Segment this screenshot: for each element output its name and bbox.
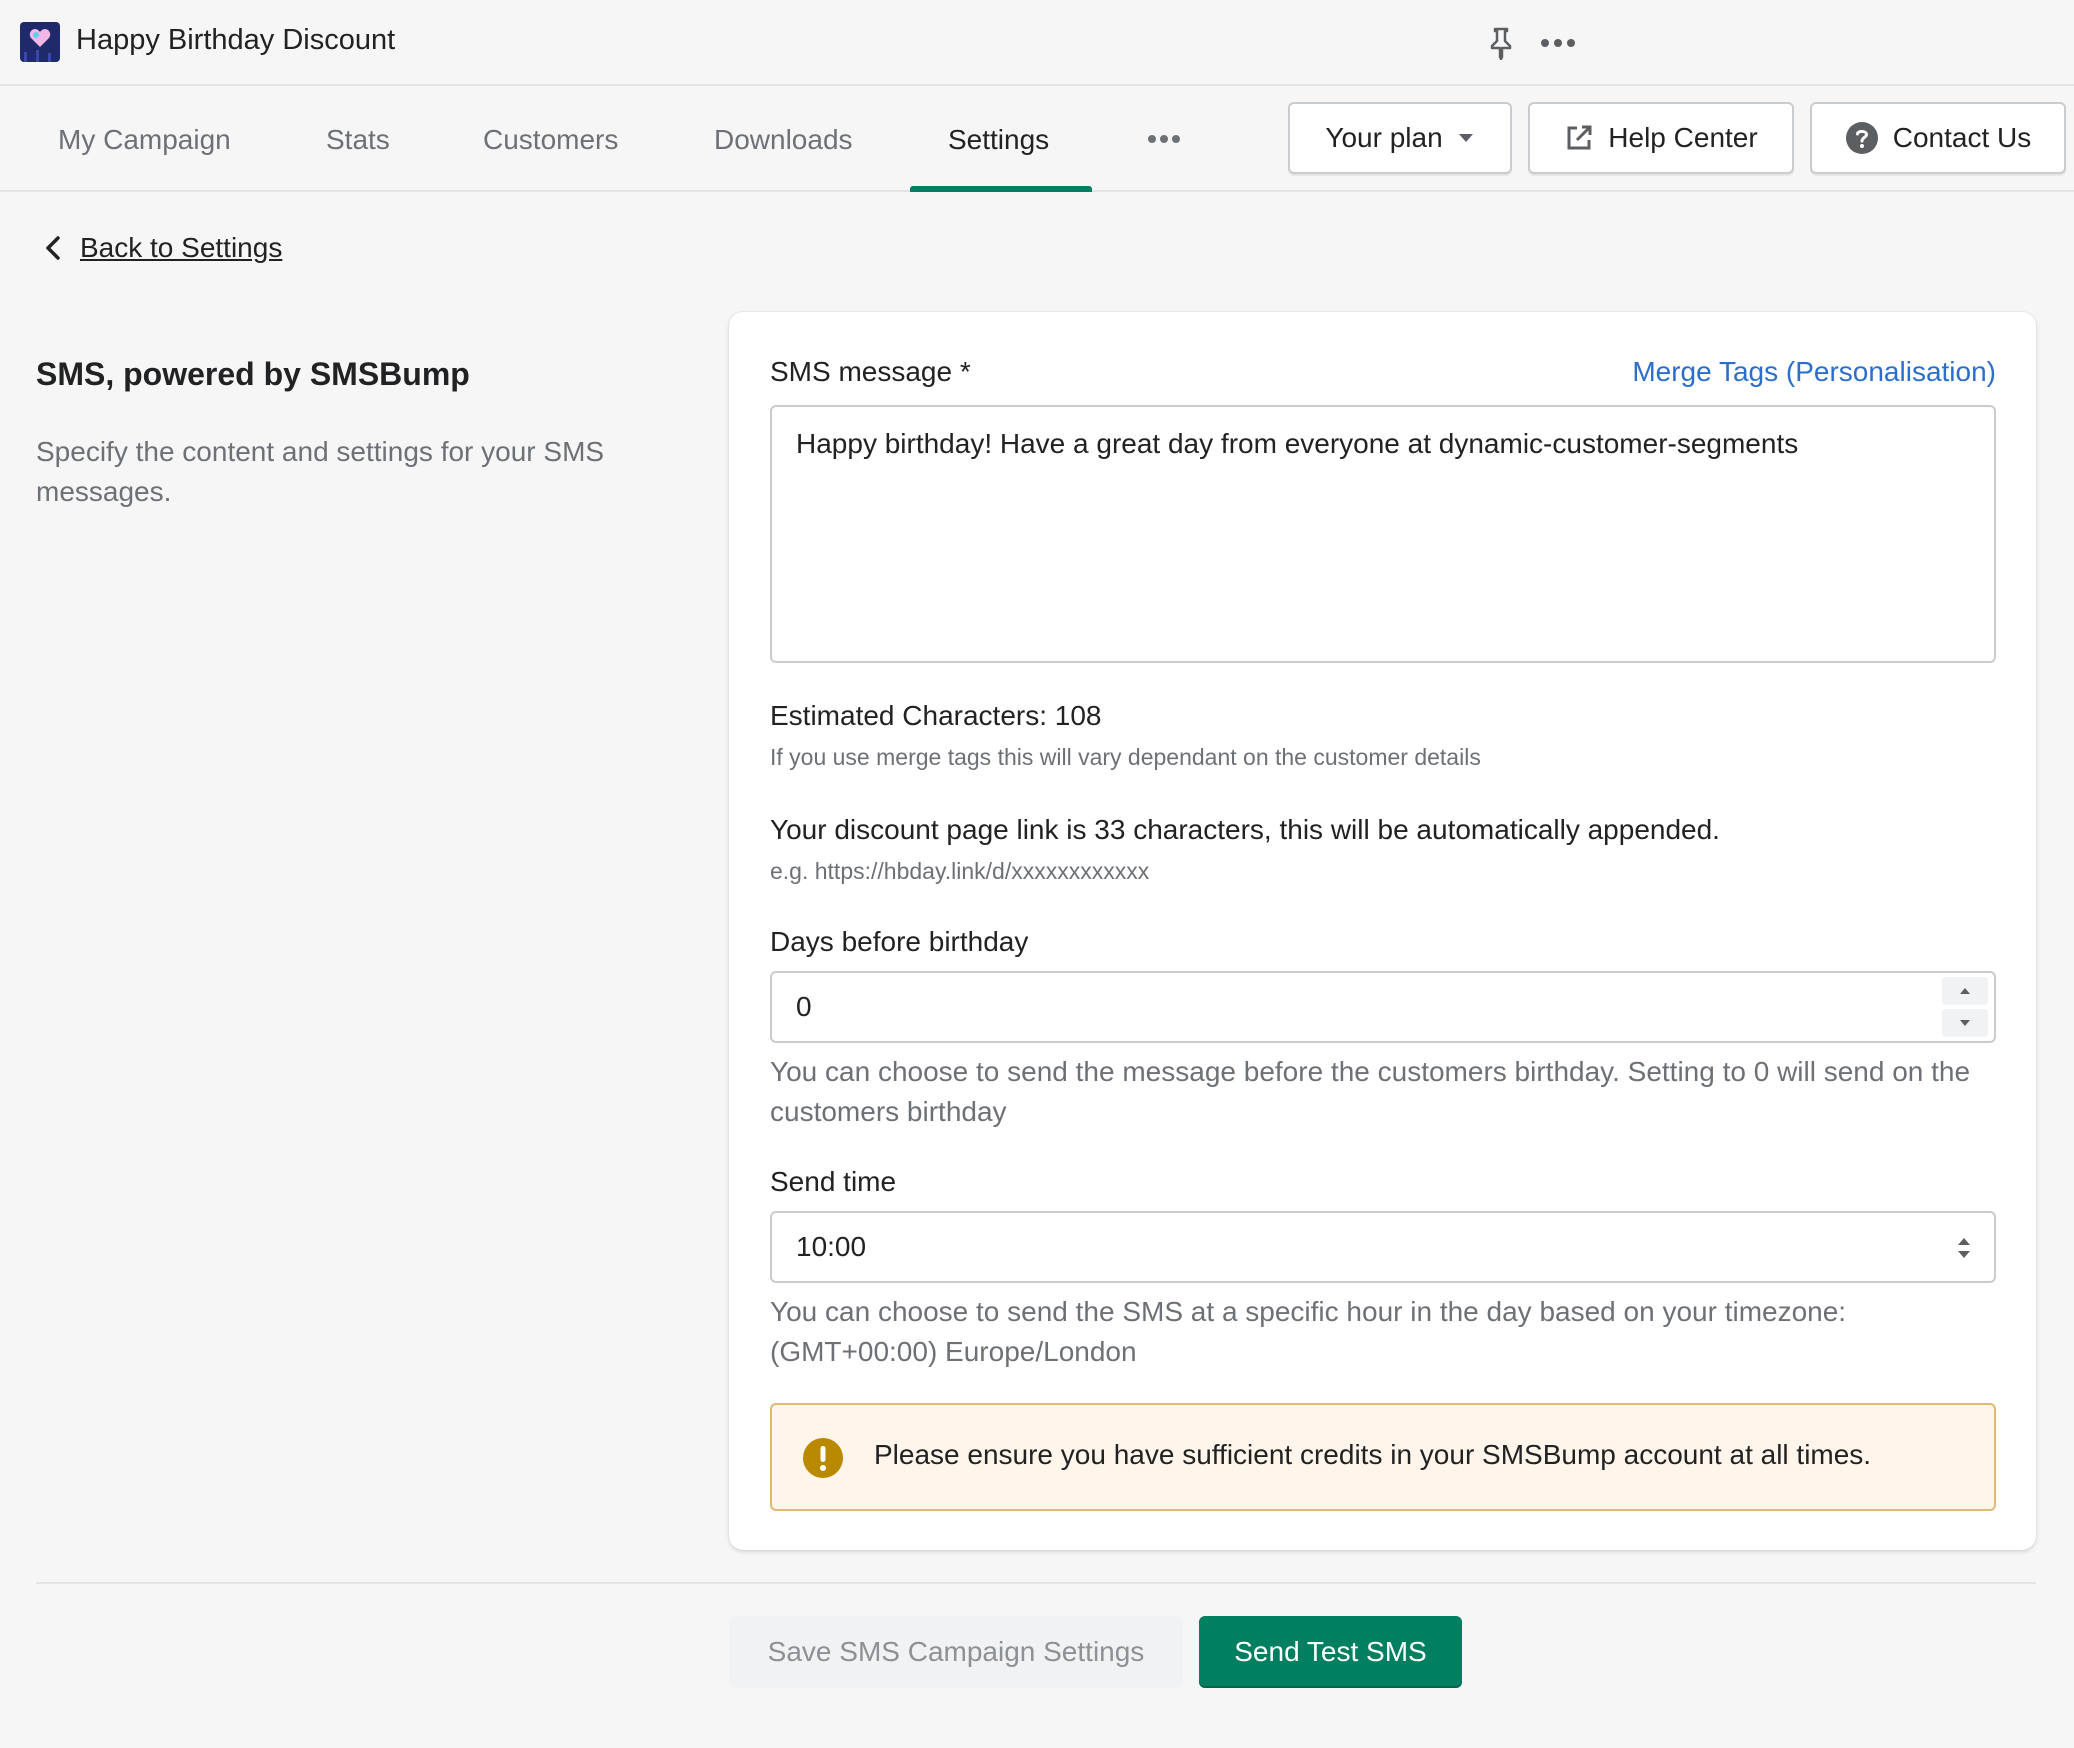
- warning-icon: [803, 1438, 843, 1478]
- help-center-button[interactable]: Help Center: [1528, 102, 1794, 174]
- question-icon: [1845, 122, 1878, 154]
- send-time-help-text: You can choose to send the SMS at a spec…: [770, 1296, 1847, 1367]
- days-help-text: You can choose to send the message befor…: [770, 1056, 1971, 1127]
- send-time-value: 10:00: [796, 1231, 867, 1262]
- tab-stats[interactable]: Stats: [326, 86, 390, 190]
- section-title: SMS, powered by SMSBump: [36, 356, 470, 392]
- more-icon[interactable]: [1538, 28, 1578, 58]
- back-label[interactable]: Back to Settings: [80, 232, 282, 264]
- days-stepper[interactable]: [1942, 977, 1988, 1039]
- heart-icon: [29, 29, 51, 47]
- footer-divider: [36, 1582, 2036, 1584]
- sms-message-label: SMS message *: [770, 356, 971, 387]
- tab-settings[interactable]: Settings: [948, 86, 1049, 190]
- save-sms-settings-button[interactable]: Save SMS Campaign Settings: [729, 1616, 1183, 1688]
- days-value: 0: [796, 991, 812, 1022]
- warning-text: Please ensure you have sufficient credit…: [874, 1439, 1872, 1470]
- pin-icon[interactable]: [1486, 26, 1516, 60]
- external-link-icon: [1567, 125, 1592, 150]
- tab-downloads[interactable]: Downloads: [714, 86, 853, 190]
- nav-bar: My Campaign Stats Customers Downloads Se…: [0, 86, 2074, 192]
- tab-customers[interactable]: Customers: [483, 86, 618, 190]
- estimated-characters: Estimated Characters: 108: [770, 700, 1102, 731]
- app-logo: [20, 22, 60, 62]
- days-before-birthday-label: Days before birthday: [770, 926, 1029, 957]
- stepper-up-icon[interactable]: [1942, 977, 1988, 1005]
- merge-tags-link[interactable]: Merge Tags (Personalisation): [1632, 356, 1996, 388]
- discount-link-info: Your discount page link is 33 characters…: [770, 814, 1720, 845]
- stepper-down-icon[interactable]: [1942, 1009, 1988, 1037]
- merge-tags-note: If you use merge tags this will vary dep…: [770, 744, 1481, 770]
- sms-message-textarea[interactable]: Happy birthday! Have a great day from ev…: [770, 405, 1996, 663]
- title-bar: Happy Birthday Discount: [0, 0, 2074, 86]
- send-time-select[interactable]: 10:00: [770, 1211, 1996, 1283]
- tab-more-icon[interactable]: [1146, 126, 1182, 152]
- your-plan-button[interactable]: Your plan: [1288, 102, 1512, 174]
- chevron-left-icon: [46, 236, 60, 260]
- help-center-label: Help Center: [1608, 122, 1758, 153]
- active-tab-indicator: [910, 186, 1092, 192]
- send-time-label: Send time: [770, 1166, 897, 1197]
- sms-settings-card: SMS message * Merge Tags (Personalisatio…: [729, 312, 2036, 1550]
- discount-link-example: e.g. https://hbday.link/d/xxxxxxxxxxxx: [770, 858, 1150, 884]
- app-title: Happy Birthday Discount: [76, 24, 396, 56]
- your-plan-label: Your plan: [1325, 122, 1443, 153]
- back-to-settings-link[interactable]: Back to Settings: [44, 232, 282, 264]
- contact-us-button[interactable]: Contact Us: [1810, 102, 2066, 174]
- days-before-birthday-input[interactable]: 0: [770, 971, 1996, 1043]
- tab-my-campaign[interactable]: My Campaign: [58, 86, 231, 190]
- send-test-sms-button[interactable]: Send Test SMS: [1199, 1616, 1462, 1688]
- warning-banner: Please ensure you have sufficient credit…: [770, 1403, 1996, 1511]
- section-description: Specify the content and settings for you…: [36, 436, 605, 507]
- contact-us-label: Contact Us: [1892, 122, 2032, 153]
- select-arrows-icon: [1958, 1238, 1970, 1258]
- chevron-down-icon: [1458, 134, 1473, 142]
